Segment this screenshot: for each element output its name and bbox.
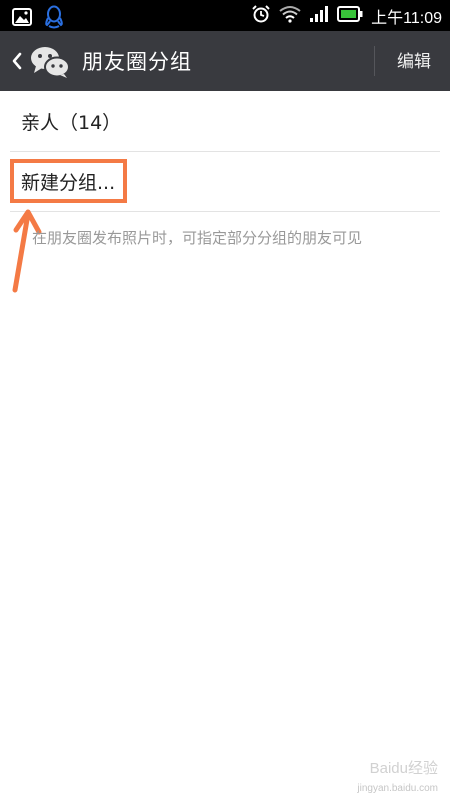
title-divider (374, 46, 375, 76)
alarm-icon (251, 4, 271, 28)
wifi-icon (279, 5, 301, 27)
title-bar: 朋友圈分组 编辑 (0, 31, 450, 91)
status-time: 上午11:09 (371, 10, 442, 27)
qq-icon (44, 5, 64, 33)
group-item-family[interactable]: 亲人（14） (0, 92, 450, 152)
page-title: 朋友圈分组 (82, 50, 192, 74)
battery-icon (337, 6, 363, 26)
watermark-url: jingyan.baidu.com (357, 783, 438, 794)
back-chevron-icon[interactable] (10, 49, 26, 73)
new-group-button[interactable]: 新建分组... (0, 152, 450, 212)
gallery-icon (12, 8, 32, 30)
signal-icon (309, 5, 329, 27)
divider (10, 211, 440, 212)
group-label: 亲人（14） (21, 112, 122, 134)
watermark-logo: Baidu经验 (369, 760, 438, 777)
wechat-logo-icon[interactable] (30, 45, 70, 79)
hint-text: 在朋友圈发布照片时，可指定部分分组的朋友可见 (32, 229, 363, 247)
new-group-label: 新建分组... (21, 172, 116, 194)
edit-button[interactable]: 编辑 (386, 44, 442, 80)
status-bar: 上午11:09 (0, 0, 450, 31)
